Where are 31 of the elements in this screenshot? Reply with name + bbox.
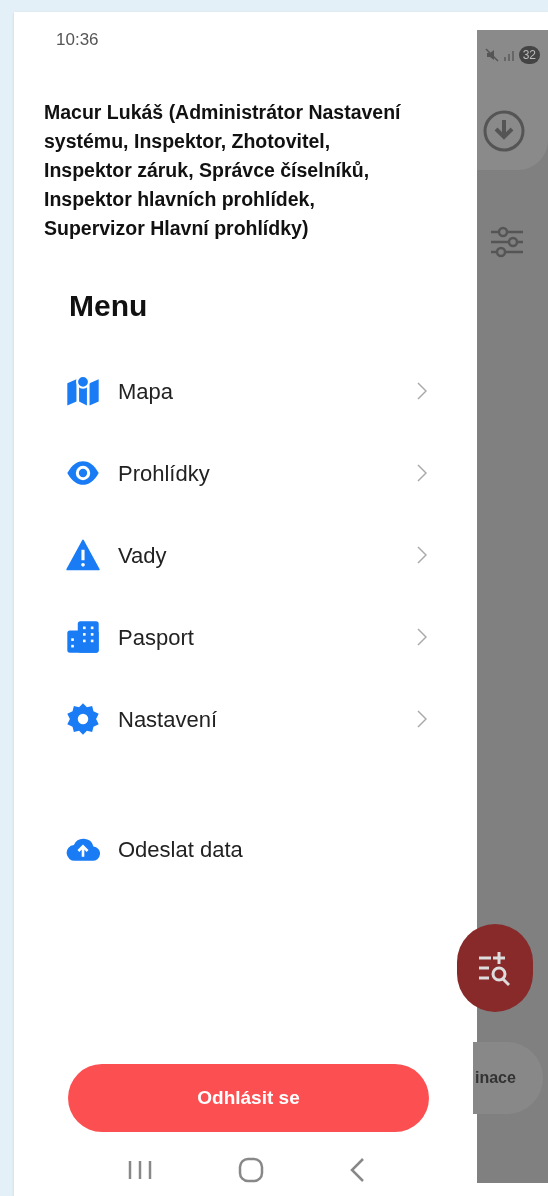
menu-item-label: Nastavení bbox=[118, 705, 219, 734]
menu-item[interactable]: Pasport bbox=[14, 596, 477, 678]
status-time: 10:36 bbox=[56, 29, 99, 52]
home-icon[interactable] bbox=[237, 1157, 264, 1183]
chevron-icon bbox=[417, 464, 427, 482]
menu-title: Menu bbox=[69, 288, 149, 324]
chevron-icon bbox=[417, 628, 427, 646]
settings-icon bbox=[66, 702, 100, 736]
chevron-icon bbox=[417, 382, 427, 400]
menu-item[interactable]: Nastavení bbox=[14, 678, 477, 760]
menu-item-label: Mapa bbox=[118, 377, 175, 406]
warning-icon bbox=[66, 538, 100, 572]
menu-item-label: Pasport bbox=[118, 623, 195, 652]
signal-icon bbox=[502, 49, 515, 61]
menu-item[interactable]: Vady bbox=[14, 514, 477, 596]
menu-item-label: Vady bbox=[118, 541, 168, 570]
back-icon[interactable] bbox=[348, 1157, 365, 1183]
recent-apps-icon[interactable] bbox=[126, 1159, 153, 1181]
menu-item[interactable]: Prohlídky bbox=[14, 432, 477, 514]
menu-item-label: Odeslat data bbox=[118, 835, 244, 864]
menu-item[interactable]: Odeslat data bbox=[14, 808, 477, 890]
chevron-icon bbox=[417, 710, 427, 728]
pagination-chip[interactable]: inace bbox=[473, 1042, 543, 1114]
menu-item[interactable]: Mapa bbox=[14, 350, 477, 432]
map-icon bbox=[66, 374, 100, 408]
user-roles-text: Macur Lukáš (Administrátor Nastavení systému, Inspektor, Zhotovitel, Inspektor záruk, Správce číselníků, Inspektor hlavních prohlídek, Supervizor Hlavní prohlídky) bbox=[44, 100, 402, 241]
building-icon bbox=[66, 620, 100, 654]
mute-icon bbox=[484, 48, 499, 62]
download-icon[interactable] bbox=[483, 110, 525, 152]
menu-item-label: Prohlídky bbox=[118, 459, 211, 488]
chevron-icon bbox=[417, 546, 427, 564]
